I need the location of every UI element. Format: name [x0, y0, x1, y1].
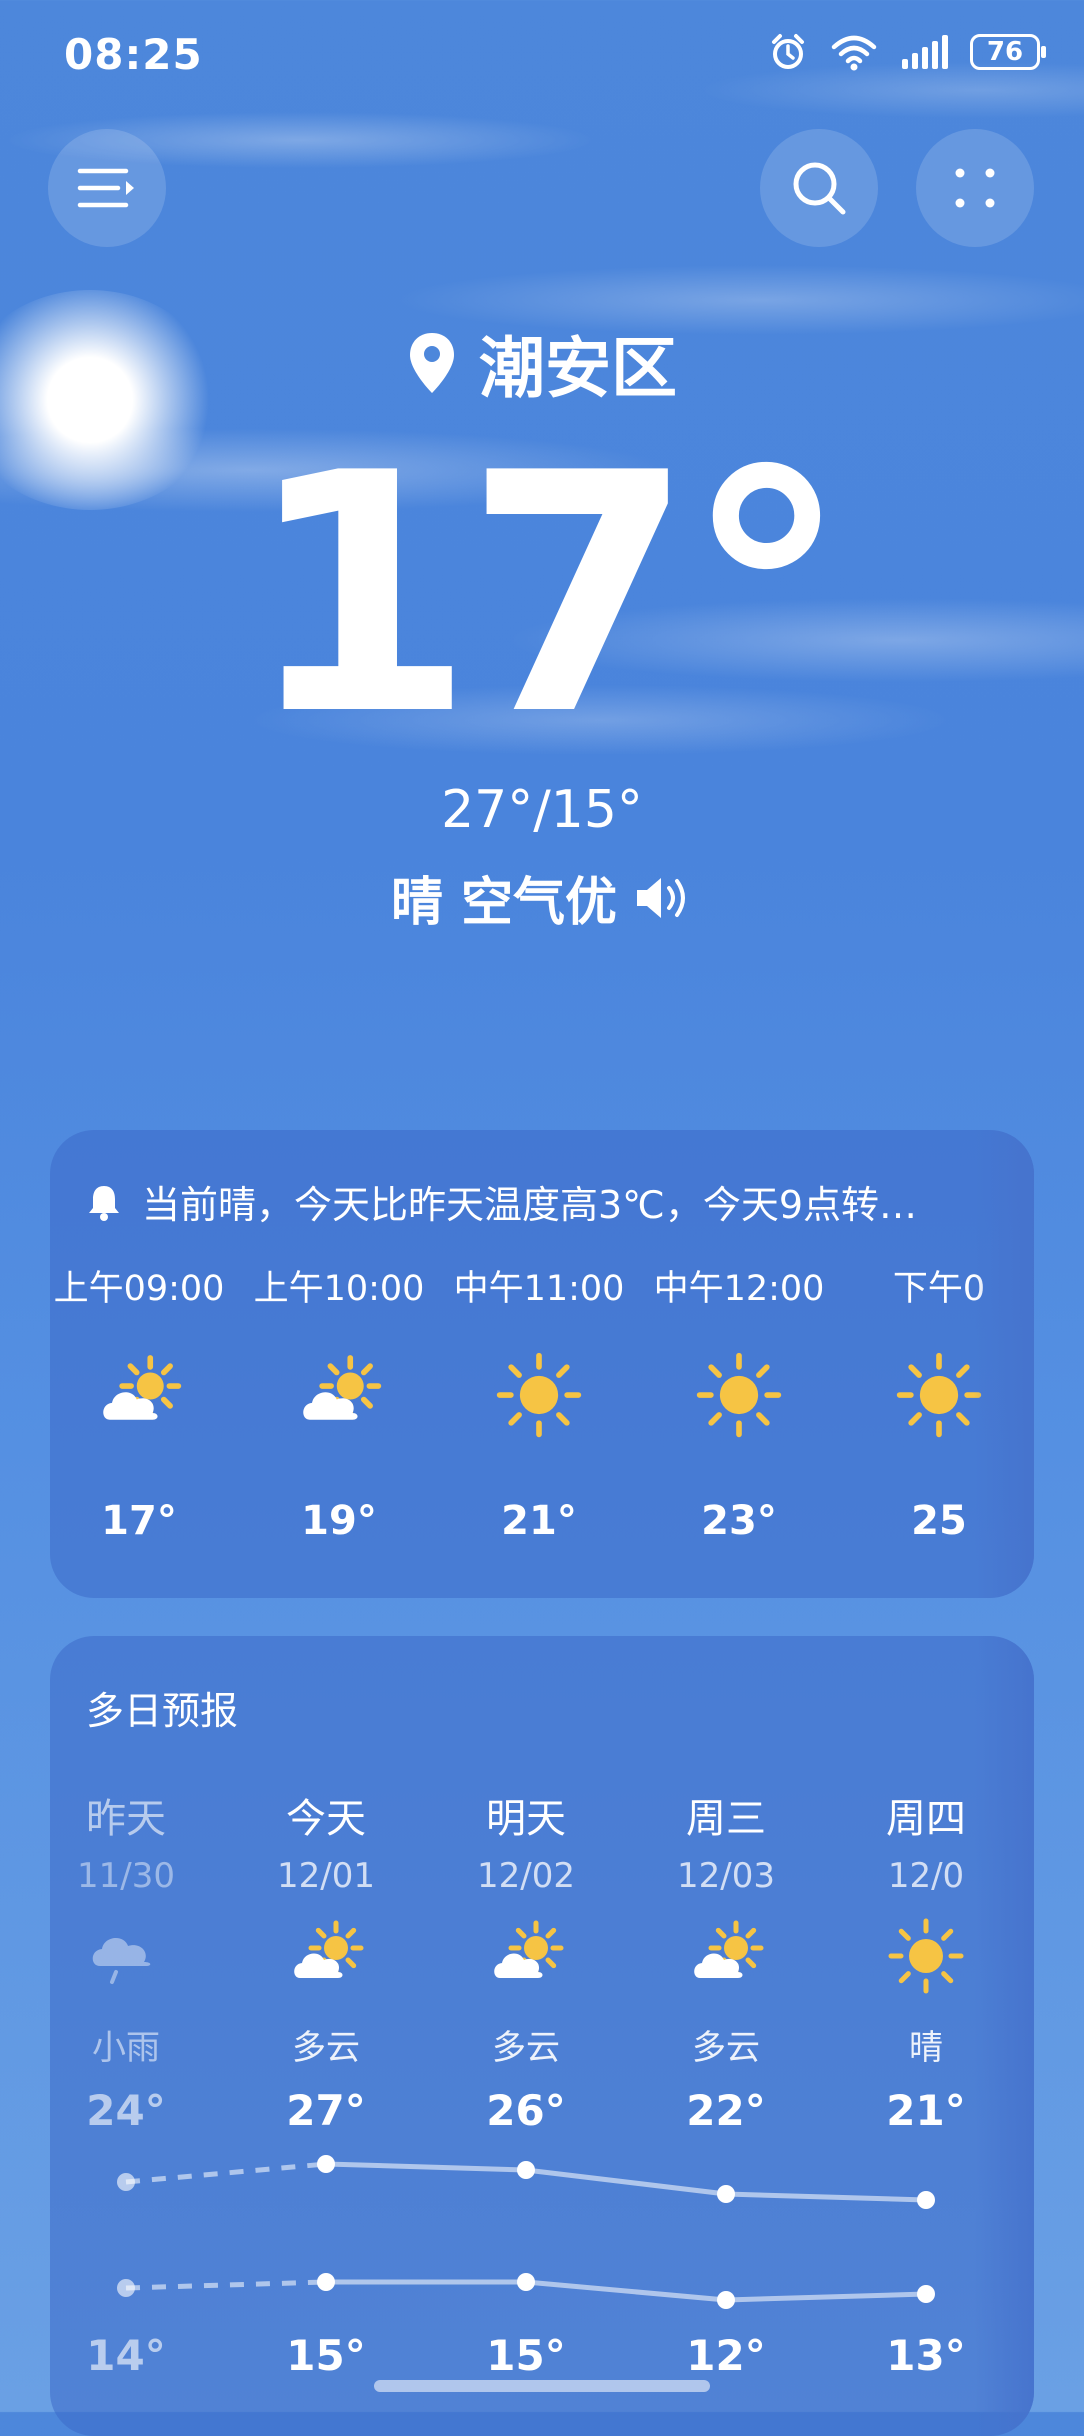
weather-alert[interactable]: 当前晴，今天比昨天温度高3℃，今天9点转… [86, 1174, 1004, 1229]
status-time: 08:25 [64, 30, 203, 79]
forecast-day[interactable]: 明天 12/02 多云 26° 15° [426, 1786, 626, 2380]
hour-icon [694, 1350, 784, 1444]
day-name: 今天 [286, 1796, 366, 1842]
hour-icon [494, 1350, 584, 1444]
hourly-forecast-card[interactable]: 当前晴，今天比昨天温度高3℃，今天9点转… 上午09:00 17° 上午10:00 1… [50, 1130, 1034, 1598]
day-name: 明天 [486, 1796, 566, 1842]
bell-icon [89, 1185, 119, 1221]
partly-cloudy-icon [303, 1355, 382, 1420]
hourly-item[interactable]: 上午09:00 17° [50, 1260, 239, 1544]
day-low: 14° [86, 2331, 166, 2380]
day-date: 11/30 [77, 1856, 175, 1896]
speaker-icon[interactable] [633, 874, 693, 922]
rain-cloud-icon [92, 1938, 151, 1984]
day-icon [686, 1916, 766, 2000]
menu-button[interactable] [48, 129, 166, 247]
day-name: 周三 [686, 1796, 766, 1842]
partly-cloudy-icon [494, 1920, 564, 1978]
day-date: 12/03 [677, 1856, 775, 1896]
partly-cloudy-icon [294, 1920, 364, 1978]
partly-cloudy-icon [694, 1920, 764, 1978]
hour-temperature: 17° [101, 1498, 177, 1544]
day-weather: 多云 [492, 2028, 560, 2068]
sun-icon [896, 1352, 982, 1438]
day-icon [86, 1916, 166, 2000]
day-low: 15° [486, 2331, 566, 2380]
hour-temperature: 19° [301, 1498, 377, 1544]
forecast-day[interactable]: 周三 12/03 多云 22° 12° [626, 1786, 826, 2380]
hour-temperature: 21° [501, 1498, 577, 1544]
location-pin-icon [410, 333, 454, 393]
hour-label: 上午09:00 [53, 1269, 225, 1309]
sun-icon [888, 1918, 964, 1994]
wifi-icon [831, 35, 877, 71]
day-low: 12° [686, 2331, 766, 2380]
more-button[interactable] [916, 129, 1034, 247]
hour-icon [94, 1350, 184, 1444]
day-high: 24° [86, 2086, 166, 2135]
day-weather: 多云 [292, 2028, 360, 2068]
day-weather: 小雨 [92, 2028, 160, 2068]
temperature-range: 27°/15° [441, 780, 643, 840]
hour-label: 中午12:00 [653, 1269, 825, 1309]
signal-icon [902, 35, 948, 69]
current-temperature: 17° [244, 403, 849, 787]
hourly-item[interactable]: 上午10:00 19° [239, 1260, 439, 1544]
location[interactable]: 潮安区 [0, 315, 1084, 411]
daily-forecast-card[interactable]: 多日预报 昨天 11/30 小雨 24° 14° 今天 12/01 多云 27° 15° 明天 12/… [50, 1636, 1034, 2436]
sun-icon [496, 1352, 582, 1438]
home-indicator[interactable] [374, 2380, 710, 2392]
day-weather: 多云 [692, 2028, 760, 2068]
hourly-item[interactable]: 中午12:00 23° [639, 1260, 839, 1544]
scroll-fade [974, 1636, 1034, 2436]
location-name: 潮安区 [479, 330, 677, 407]
day-icon [886, 1916, 966, 2000]
forecast-day[interactable]: 昨天 11/30 小雨 24° 14° [50, 1786, 226, 2380]
current-condition: 晴 空气优 [0, 860, 1084, 935]
hour-icon [294, 1350, 384, 1444]
forecast-title: 多日预报 [86, 1689, 239, 1733]
hour-label: 上午10:00 [253, 1269, 425, 1309]
day-high: 26° [486, 2086, 566, 2135]
alert-text: 当前晴，今天比昨天温度高3℃，今天9点转… [142, 1183, 918, 1227]
forecast-day[interactable]: 今天 12/01 多云 27° 15° [226, 1786, 426, 2380]
partly-cloudy-icon [103, 1355, 182, 1420]
search-button[interactable] [760, 129, 878, 247]
day-high: 22° [686, 2086, 766, 2135]
day-date: 12/01 [277, 1856, 375, 1896]
condition-text: 晴 空气优 [390, 873, 618, 933]
hour-label: 中午11:00 [453, 1269, 625, 1309]
alarm-icon [772, 34, 804, 69]
day-low: 15° [286, 2331, 366, 2380]
menu-icon [77, 168, 134, 208]
sun-icon [696, 1352, 782, 1438]
day-date: 12/02 [477, 1856, 575, 1896]
day-name: 昨天 [86, 1796, 166, 1842]
hourly-item[interactable]: 中午11:00 21° [439, 1260, 639, 1544]
battery-indicator: 76 [970, 34, 1046, 70]
hour-icon [894, 1350, 984, 1444]
day-high: 27° [286, 2086, 366, 2135]
scroll-fade [974, 1130, 1034, 1598]
day-icon [486, 1916, 566, 2000]
day-icon [286, 1916, 366, 2000]
more-dots-icon [955, 168, 995, 208]
search-icon [793, 162, 846, 215]
hour-temperature: 23° [701, 1498, 777, 1544]
status-bar: 08:25 76 [0, 0, 1084, 110]
